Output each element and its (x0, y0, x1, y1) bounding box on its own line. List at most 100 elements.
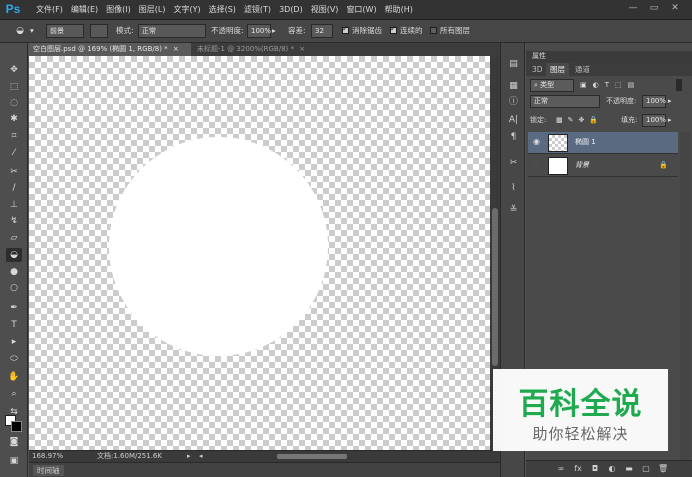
tab-3d[interactable]: 3D (528, 63, 547, 76)
opacity-input[interactable]: 100% (247, 24, 271, 38)
opacity-label: 不透明度: (211, 26, 244, 35)
vertical-scroll-thumb[interactable] (492, 208, 498, 366)
blend-mode-select[interactable]: 正常 (530, 95, 600, 108)
menu-type[interactable]: 文字(Y) (169, 0, 204, 20)
eyedropper-tool-icon[interactable]: ⁄ (6, 146, 22, 160)
blur-tool-icon[interactable]: ● (6, 265, 22, 279)
zoom-level[interactable]: 168.97% (32, 451, 63, 462)
trash-icon[interactable]: 🗑 (658, 464, 668, 474)
options-bar: ◒ ▾ 前景 模式: 正常 不透明度: 100% ▸ 容差: 32 消除锯齿 连… (0, 20, 692, 43)
paint-bucket-tool-icon[interactable]: ◒ (6, 248, 22, 262)
all-layers-checkbox[interactable] (430, 27, 437, 34)
tab-document-2-close[interactable]: × (296, 45, 305, 53)
menu-3d[interactable]: 3D(D) (275, 0, 307, 20)
menu-help[interactable]: 帮助(H) (381, 0, 417, 20)
menu-file[interactable]: 文件(F) (32, 0, 67, 20)
panel-opacity-input[interactable]: 100% (642, 95, 666, 108)
pattern-picker[interactable] (90, 24, 108, 38)
folder-icon[interactable]: ▬ (624, 464, 634, 474)
new-layer-icon[interactable]: ▢ (641, 464, 651, 474)
properties-panel-title[interactable]: 属性 (526, 51, 692, 62)
healing-tool-icon[interactable]: ✂ (6, 165, 22, 179)
tab-document-2[interactable]: 未标题-1 @ 3200%(RGB/8) * × (193, 43, 328, 56)
layer-row-ellipse[interactable]: ◉ 椭圆 1 (528, 132, 678, 154)
brush-presets-icon[interactable]: ≚ (506, 203, 521, 217)
layer-filter-icons[interactable]: ▣◐T⬚▤ (580, 79, 640, 92)
paragraph-panel-icon[interactable]: ¶ (506, 130, 521, 144)
history-brush-tool-icon[interactable]: ↯ (6, 214, 22, 228)
background-color-swatch[interactable] (11, 421, 22, 432)
layer-name: 背景 (575, 161, 589, 169)
zoom-tool-icon[interactable]: ⌕ (6, 387, 22, 401)
menu-view[interactable]: 视图(V) (307, 0, 343, 20)
pen-tool-icon[interactable]: ✒ (6, 301, 22, 315)
timeline-tab[interactable]: 时间轴 (33, 465, 64, 476)
mode-select[interactable]: 正常 (138, 24, 206, 38)
eraser-tool-icon[interactable]: ▱ (6, 231, 22, 245)
fill-source-select[interactable]: 前景 (46, 24, 84, 38)
menu-edit[interactable]: 编辑(E) (67, 0, 102, 20)
tab-document-2-label: 未标题-1 @ 3200%(RGB/8) * (197, 45, 294, 53)
close-button[interactable]: ✕ (666, 1, 684, 15)
tab-document-1[interactable]: 空白图层.psd @ 169% (椭圆 1, RGB/8) * × (29, 43, 191, 56)
quick-mask-icon[interactable]: ◙ (6, 435, 22, 449)
marquee-tool-icon[interactable]: ⬚ (6, 80, 22, 94)
layer-kind-filter[interactable]: ⌕ 类型 (530, 79, 574, 92)
tool-presets-icon[interactable]: ✂ (506, 156, 521, 170)
menu-filter[interactable]: 滤镜(T) (240, 0, 275, 20)
layer-row-background[interactable]: ▫ 背景 🔒 (528, 155, 678, 177)
layers-scrollbar[interactable] (680, 132, 690, 460)
antialias-label: 消除锯齿 (352, 26, 382, 35)
link-icon[interactable]: ∞ (556, 464, 566, 474)
tab-layers[interactable]: 图层 (546, 63, 569, 76)
fill-input[interactable]: 100% (642, 114, 666, 127)
adjustment-icon[interactable]: ◐ (607, 464, 617, 474)
brush-tool-icon[interactable]: / (6, 181, 22, 195)
lock-label: 锁定: (530, 116, 547, 124)
visibility-toggle[interactable]: ▫ (533, 160, 543, 170)
contiguous-checkbox[interactable] (390, 24, 397, 34)
mode-label: 模式: (116, 26, 134, 35)
crop-tool-icon[interactable]: ⌗ (6, 129, 22, 143)
ellipse-shape[interactable] (109, 137, 328, 356)
history-panel-icon[interactable]: ▤ (506, 57, 521, 71)
menu-select[interactable]: 选择(S) (205, 0, 240, 20)
dodge-tool-icon[interactable]: ○ (6, 281, 22, 295)
eye-icon[interactable]: ◉ (533, 137, 543, 147)
ellipse-tool-icon[interactable]: ⬭ (6, 352, 22, 366)
hand-tool-icon[interactable]: ✋ (6, 370, 22, 384)
character-panel-icon[interactable]: A| (506, 113, 521, 127)
menu-window[interactable]: 窗口(W) (342, 0, 380, 20)
watermark-subtitle: 助你轻松解决 (532, 425, 629, 443)
menu-layer[interactable]: 图层(L) (135, 0, 170, 20)
tab-channels[interactable]: 通道 (571, 63, 594, 76)
lasso-tool-icon[interactable]: ◌ (6, 96, 22, 110)
filter-toggle[interactable] (676, 79, 682, 91)
tolerance-input[interactable]: 32 (311, 24, 333, 38)
mask-icon[interactable]: ◘ (590, 464, 600, 474)
layer-name: 椭圆 1 (575, 138, 596, 146)
menu-image[interactable]: 图像(I) (102, 0, 135, 20)
lock-icons[interactable]: ▩✎✥🔒 (556, 114, 603, 127)
horizontal-scroll-thumb[interactable] (277, 454, 347, 459)
magic-wand-tool-icon[interactable]: ✱ (6, 112, 22, 126)
paint-bucket-icon[interactable]: ◒ (12, 24, 28, 38)
antialias-checkbox[interactable] (342, 24, 349, 34)
scroll-left-icon[interactable]: ◂ (199, 451, 203, 462)
document-canvas[interactable] (29, 56, 490, 450)
info-panel-icon[interactable]: ⓘ (506, 95, 521, 109)
layer-kind-label: 类型 (540, 81, 555, 89)
panel-opacity-label: 不透明度: (606, 97, 637, 105)
path-selection-tool-icon[interactable]: ▸ (6, 335, 22, 349)
minimize-button[interactable]: — (624, 1, 642, 15)
brush-panel-icon[interactable]: ⌇ (506, 181, 521, 195)
tab-document-1-close[interactable]: × (170, 45, 179, 53)
screen-mode-icon[interactable]: ▣ (6, 454, 22, 468)
type-tool-icon[interactable]: T (6, 318, 22, 332)
status-menu-arrow-icon[interactable]: ▸ (187, 451, 191, 462)
stamp-tool-icon[interactable]: ⊥ (6, 198, 22, 212)
properties-panel-icon[interactable]: ▦ (506, 79, 521, 93)
fx-icon[interactable]: fx (573, 464, 583, 474)
restore-button[interactable]: ▭ (645, 1, 663, 15)
move-tool-icon[interactable]: ✥ (6, 63, 22, 77)
